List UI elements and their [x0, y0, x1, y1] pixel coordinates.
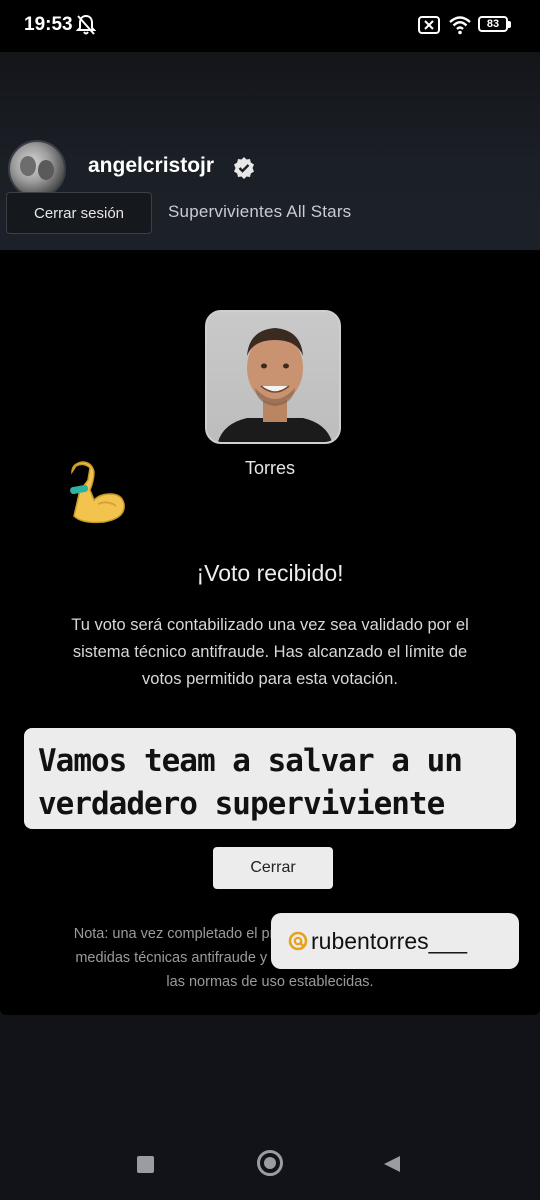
recents-icon[interactable]: [137, 1156, 154, 1173]
candidate-portrait: [218, 328, 332, 442]
mention-handle: rubentorres___: [311, 928, 467, 954]
vote-received-title: ¡Voto recibido!: [196, 560, 344, 586]
screen: 19:53 83 angelcristojr Cerrar sesión Sup…: [0, 0, 540, 1200]
text-sticker-line: Vamos team a salvar a un: [38, 743, 463, 779]
system-nav-bar: [0, 1130, 540, 1200]
bell-off-icon: [76, 14, 96, 35]
wifi-icon: [449, 16, 471, 35]
battery-icon: 83: [478, 16, 511, 32]
status-bar: 19:53 83: [0, 0, 540, 52]
avatar[interactable]: [8, 140, 66, 198]
clock: 19:53: [24, 14, 73, 35]
avatar-figure: [38, 160, 54, 180]
mention-sticker[interactable]: rubentorres___: [271, 913, 519, 969]
vote-message: Tu voto será contabilizado una vez sea v…: [71, 616, 469, 688]
text-sticker-line: verdadero superviviente: [38, 786, 445, 822]
program-title: Supervivientes All Stars: [168, 202, 352, 221]
home-icon[interactable]: [257, 1150, 283, 1176]
candidate-photo: [205, 310, 341, 444]
text-sticker: Vamos team a salvar a un verdadero super…: [24, 728, 516, 829]
avatar-figure: [20, 156, 36, 176]
close-button[interactable]: Cerrar: [213, 847, 333, 889]
flexed-biceps-emoji: [70, 461, 125, 524]
username: angelcristojr: [88, 154, 215, 177]
verified-badge-icon: [234, 157, 254, 179]
threads-icon: [288, 931, 308, 951]
back-icon[interactable]: [382, 1154, 402, 1174]
sim-x-icon: [418, 16, 440, 34]
logout-button[interactable]: Cerrar sesión: [6, 192, 152, 234]
